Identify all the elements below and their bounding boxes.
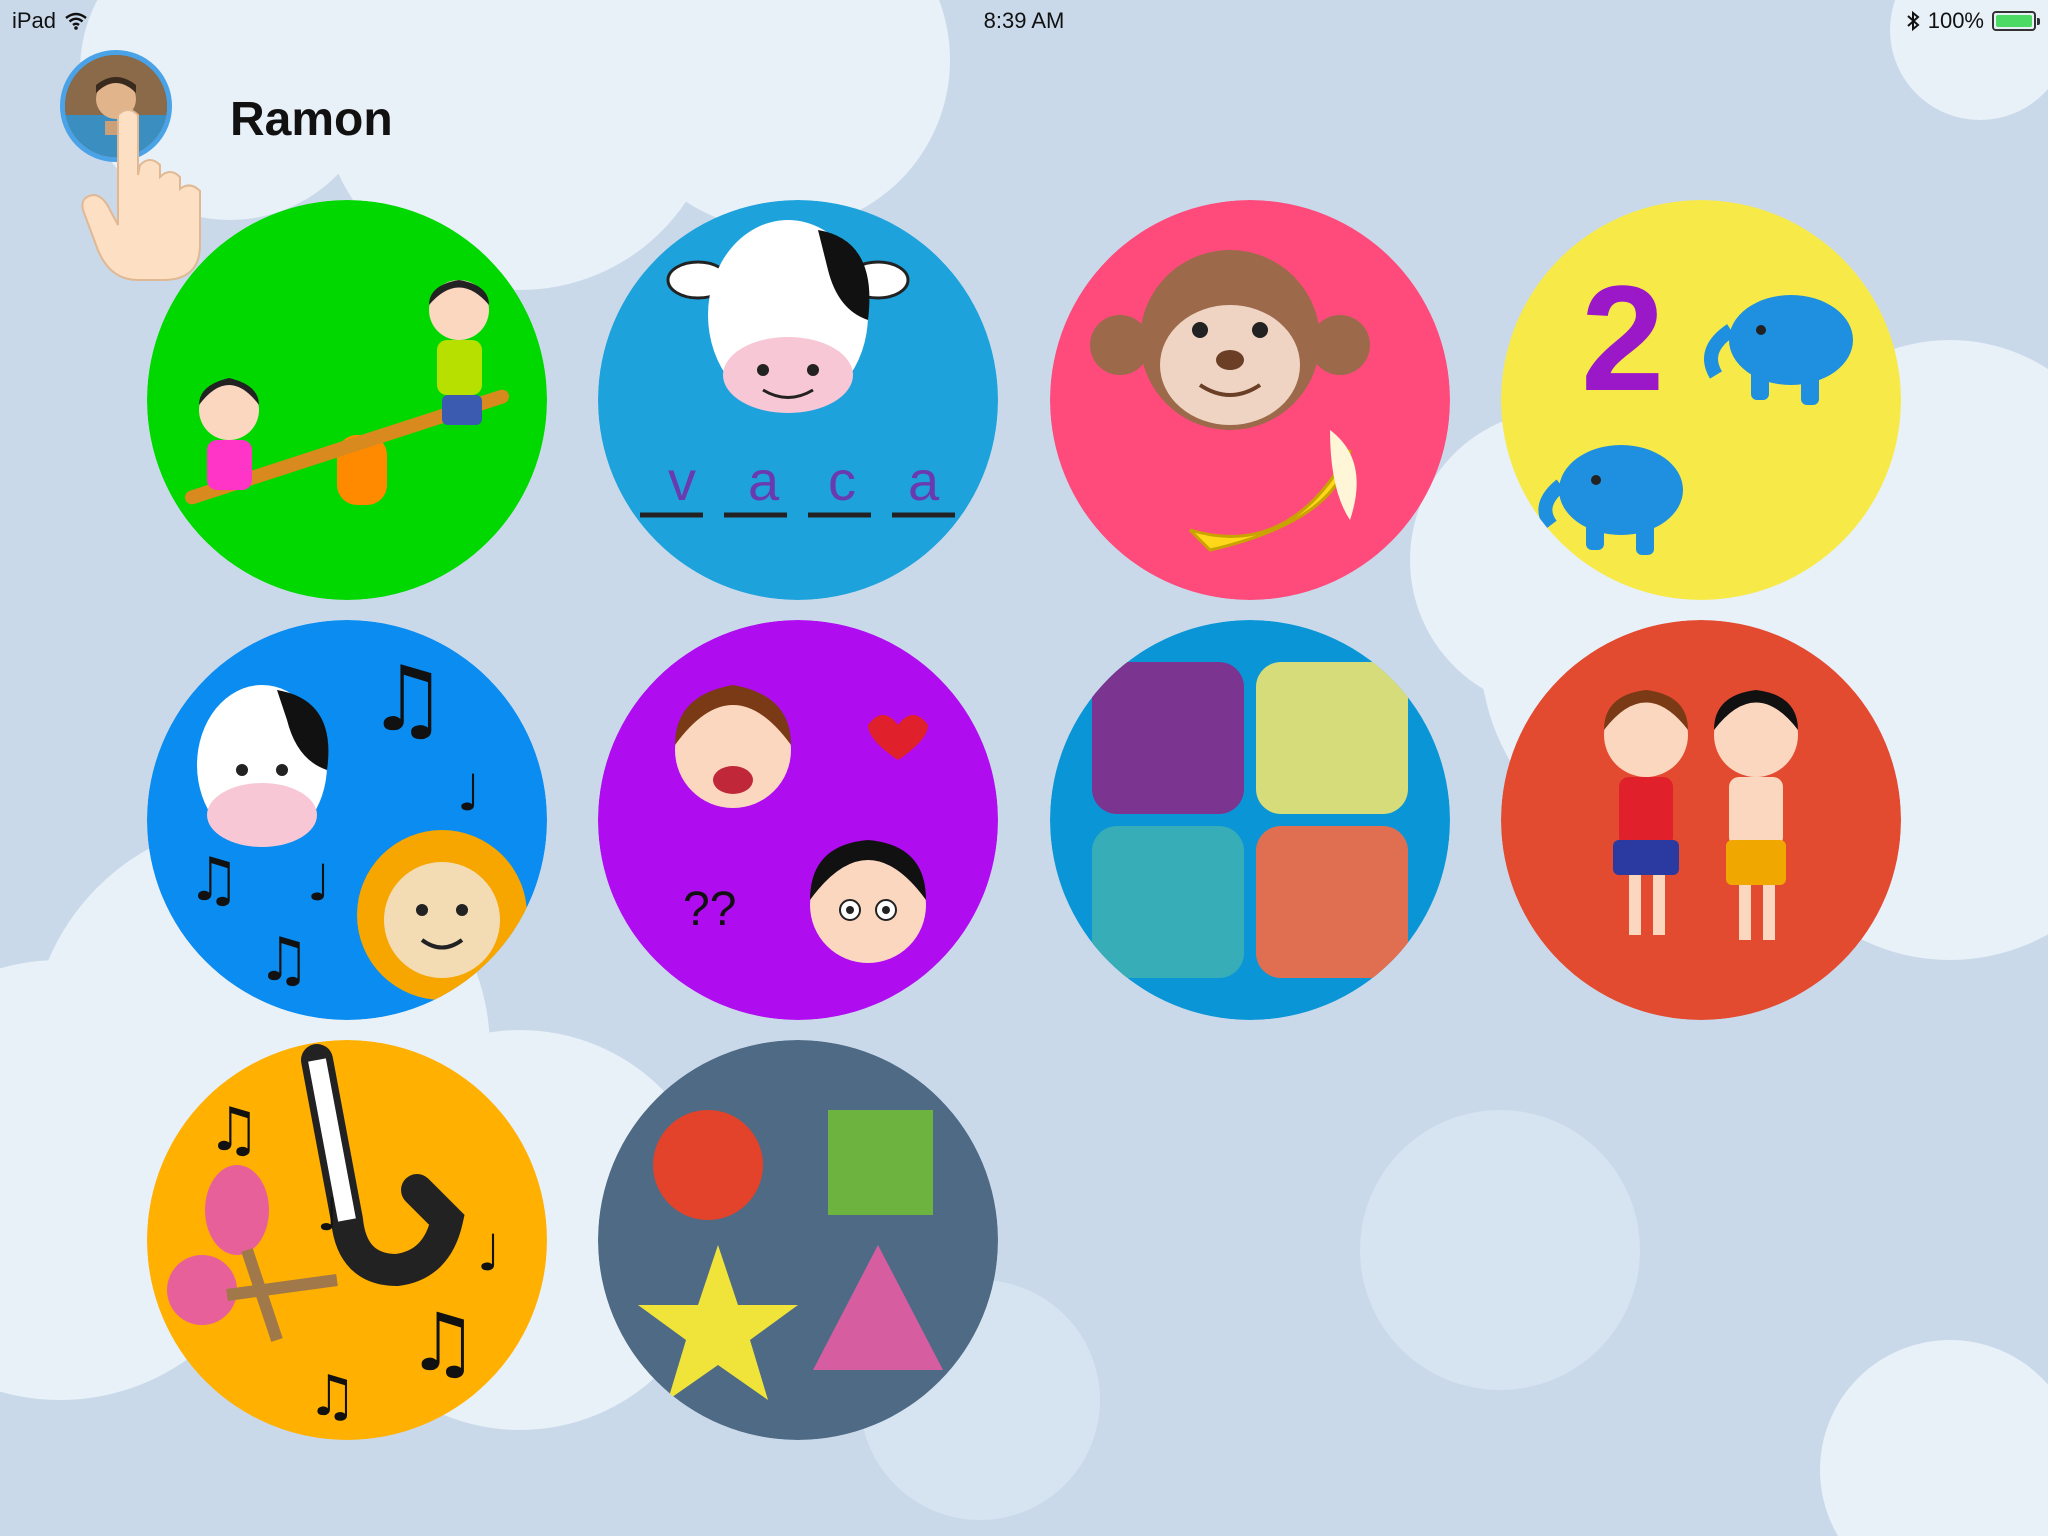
svg-text:♫: ♫ (307, 1364, 357, 1429)
battery-percent: 100% (1927, 8, 1984, 33)
activity-animal-sounds[interactable]: ♫ ♩ ♫ ♩ ♫ (147, 620, 547, 1020)
svg-text:♩: ♩ (457, 764, 481, 822)
activity-words[interactable]: v a c a (598, 200, 998, 600)
svg-text:♩: ♩ (317, 1187, 339, 1241)
activity-shapes[interactable] (598, 1040, 998, 1440)
profile-name: Ramon (230, 93, 393, 146)
cow-word-icon: v a c a (598, 200, 998, 600)
activity-instruments[interactable]: ♫ ♩ ♩ ♫ ♫ (147, 1040, 547, 1440)
svg-text:♫: ♫ (257, 925, 311, 995)
status-bar: iPad 8:39 AM 100% (0, 0, 2048, 40)
shapes-icon (598, 1040, 998, 1440)
svg-text:♫: ♫ (187, 845, 241, 915)
svg-text:♫: ♫ (407, 1296, 479, 1389)
animal-music-icon: ♫ ♩ ♫ ♩ ♫ (147, 620, 547, 1020)
question-marks: ?? (683, 883, 736, 936)
svg-text:♫: ♫ (207, 1095, 261, 1165)
hand-pointer-icon (81, 109, 201, 281)
word-letter: a (748, 449, 780, 512)
music-instruments-icon: ♫ ♩ ♩ ♫ ♫ (147, 1040, 547, 1440)
number-label: 2 (1581, 254, 1664, 422)
body-kids-icon (1501, 620, 1901, 1020)
svg-text:♫: ♫ (367, 647, 448, 752)
color-squares-icon (1050, 620, 1450, 1020)
battery-level (1996, 15, 2032, 27)
monkey-banana-icon (1050, 200, 1450, 600)
emotion-faces-icon: ?? (598, 620, 998, 1020)
svg-text:♩: ♩ (477, 1224, 501, 1282)
activity-numbers[interactable]: 2 (1501, 200, 1901, 600)
word-letter: a (908, 449, 940, 512)
svg-text:♩: ♩ (307, 854, 331, 912)
clock: 8:39 AM (983, 8, 1065, 33)
bluetooth-icon (1907, 10, 1920, 32)
word-letter: v (668, 449, 696, 512)
activity-playground[interactable] (147, 200, 547, 600)
activity-body[interactable] (1501, 620, 1901, 1020)
number-elephants-icon: 2 (1501, 200, 1901, 600)
activity-monkey[interactable] (1050, 200, 1450, 600)
word-letter: c (828, 449, 856, 512)
battery-icon (1992, 11, 2040, 31)
seesaw-kids-icon (147, 200, 547, 600)
activity-emotions[interactable]: ?? (598, 620, 998, 1020)
activity-colors[interactable] (1050, 620, 1450, 1020)
